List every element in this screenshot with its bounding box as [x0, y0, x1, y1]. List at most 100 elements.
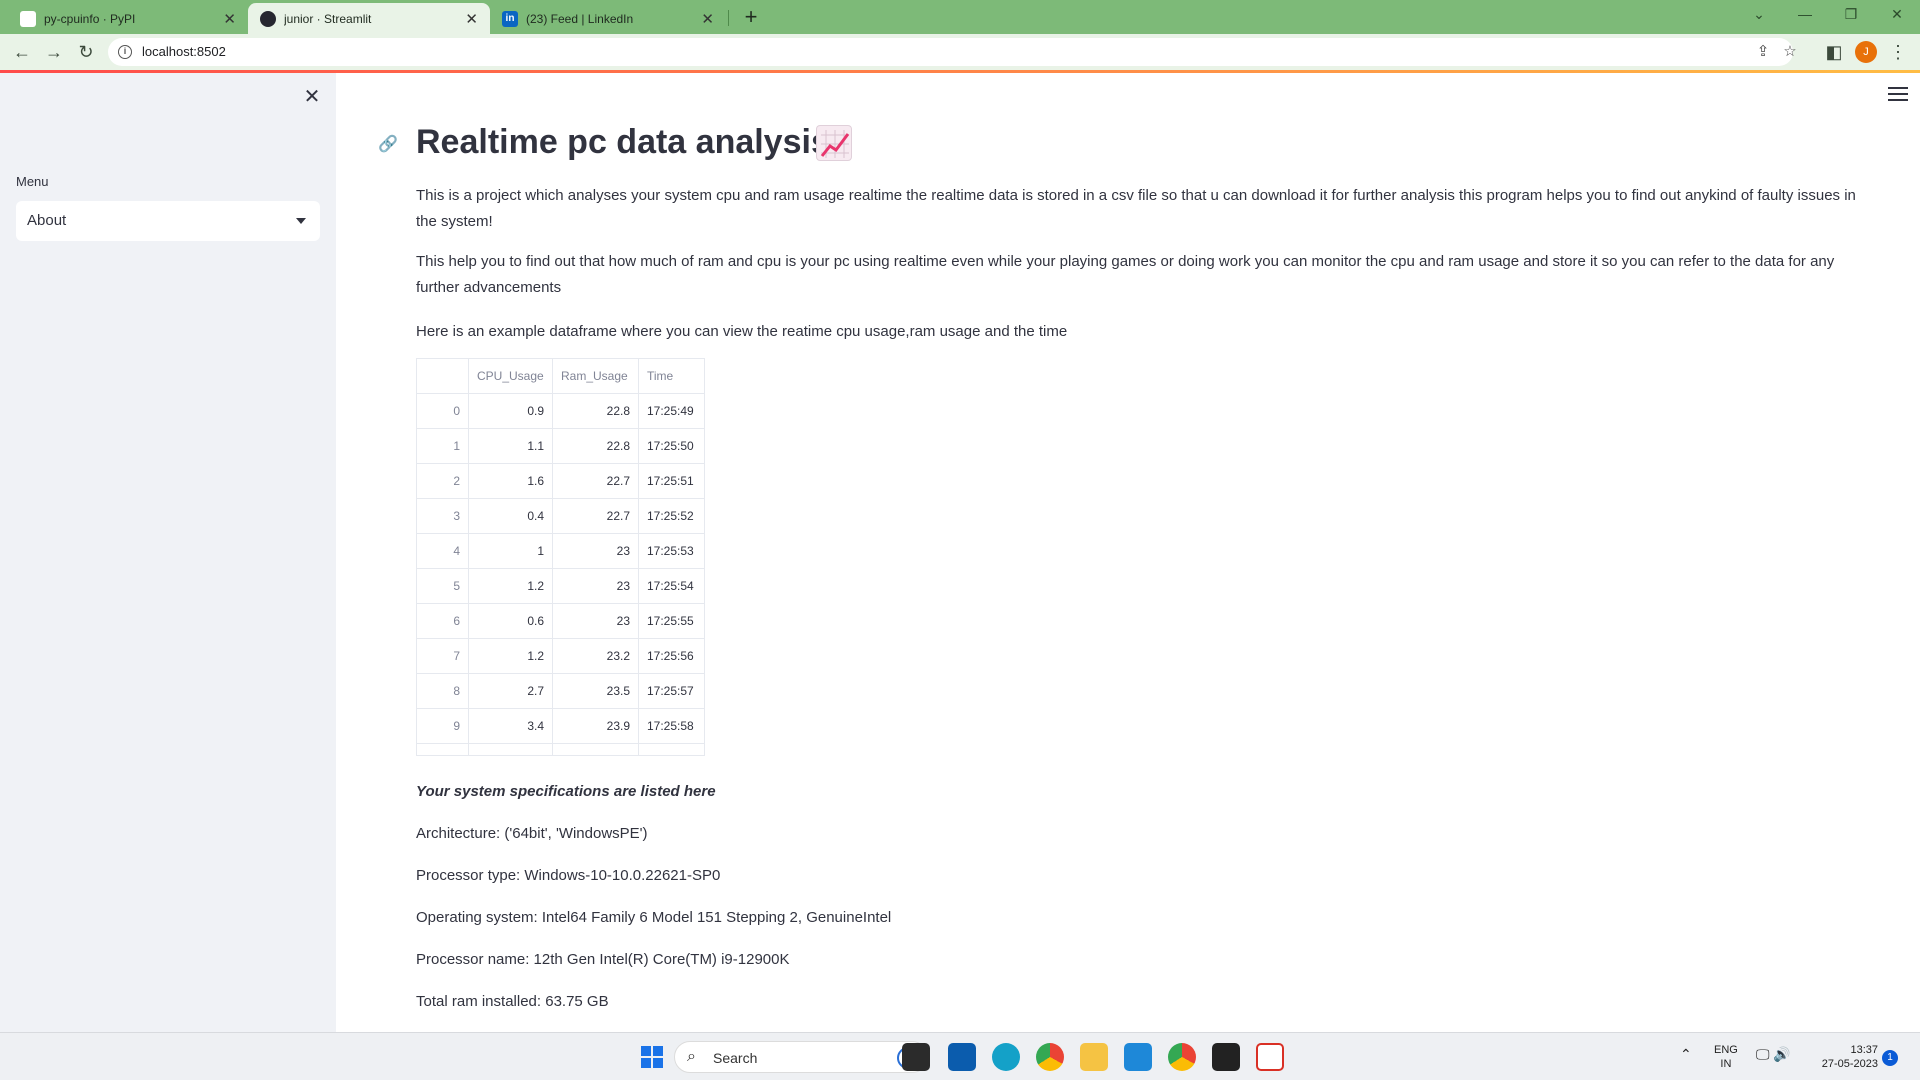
row-index-cell: 9 [416, 708, 469, 744]
edge-icon[interactable] [992, 1043, 1020, 1071]
table-row[interactable]: 4 1 23 17:25:53 [416, 533, 705, 569]
tab-linkedin[interactable]: in (23) Feed | LinkedIn ✕ [490, 3, 726, 34]
row-index-cell: 1 [416, 428, 469, 464]
table-row[interactable]: 8 2.7 23.5 17:25:57 [416, 673, 705, 709]
windows-start-icon[interactable] [638, 1043, 666, 1071]
row-index-cell: 8 [416, 673, 469, 709]
dataframe-table[interactable]: CPU_Usage Ram_Usage Time 0 0.9 22.8 17:25:4… [416, 358, 705, 756]
forward-button[interactable]: → [42, 40, 66, 64]
ram-usage-cell: 23.5 [552, 673, 639, 709]
share-icon[interactable]: ⇪ [1753, 42, 1773, 62]
column-header-time[interactable]: Time [638, 358, 705, 394]
minimize-button[interactable]: — [1782, 0, 1828, 30]
show-hidden-icons-chevron[interactable]: ⌃ [1680, 1047, 1692, 1061]
search-icon: ⌕ [687, 1048, 696, 1065]
microsoft-store-icon[interactable] [948, 1043, 976, 1071]
cpu-usage-cell: 0.4 [468, 498, 553, 534]
tab-streamlit[interactable]: junior · Streamlit ✕ [248, 3, 490, 34]
tab-pypi[interactable]: py-cpuinfo · PyPI ✕ [8, 3, 248, 34]
cpu-usage-cell: 1.2 [468, 638, 553, 674]
close-tab-icon[interactable]: ✕ [223, 10, 236, 28]
time-cell: 17:25:51 [638, 463, 705, 499]
clock-date: 27-05-2023 [1821, 1058, 1878, 1070]
menu-select[interactable]: About [16, 201, 320, 241]
terminal-icon[interactable] [1212, 1043, 1240, 1071]
taskbar-search[interactable]: ⌕ Search [674, 1041, 928, 1073]
chrome-profile-icon[interactable] [1168, 1043, 1196, 1071]
usage-paragraph: This help you to find out that how much … [416, 253, 1835, 296]
empty-cell [638, 743, 705, 756]
side-panel-icon[interactable]: ◧ [1822, 40, 1846, 64]
row-index-cell: 2 [416, 463, 469, 499]
tab-search-chevron-icon[interactable]: ⌄ [1736, 0, 1782, 30]
cpu-usage-cell: 3.4 [468, 708, 553, 744]
close-tab-icon[interactable]: ✕ [465, 10, 478, 28]
clock[interactable]: 13:37 27-05-2023 [1808, 1043, 1878, 1071]
table-row[interactable]: 6 0.6 23 17:25:55 [416, 603, 705, 639]
table-row[interactable]: 5 1.2 23 17:25:54 [416, 568, 705, 604]
browser-menu-icon[interactable]: ⋮ [1886, 40, 1910, 64]
tab-title: (23) Feed | LinkedIn [526, 11, 634, 26]
menu-select-value: About [27, 212, 67, 229]
address-toolbar: ← → ↻ i localhost:8502 ⇪ ☆ ◧ J ⋮ [0, 34, 1920, 70]
time-cell: 17:25:56 [638, 638, 705, 674]
notification-badge[interactable]: 1 [1882, 1050, 1898, 1066]
back-button[interactable]: ← [10, 40, 34, 64]
ram-usage-cell: 22.8 [552, 393, 639, 429]
column-header-cpu[interactable]: CPU_Usage [468, 358, 553, 394]
table-row[interactable]: 7 1.2 23.2 17:25:56 [416, 638, 705, 674]
spec-architecture: Architecture: ('64bit', 'WindowsPE') [416, 825, 648, 842]
tab-title: py-cpuinfo · PyPI [44, 11, 136, 26]
cpu-usage-cell: 0.6 [468, 603, 553, 639]
main-content: 🔗 Realtime pc data analysis This is a pr… [336, 73, 1920, 1032]
time-cell: 17:25:53 [638, 533, 705, 569]
vscode-icon[interactable] [1124, 1043, 1152, 1071]
omnibox[interactable]: i localhost:8502 ⇪ ☆ [108, 38, 1797, 66]
time-cell: 17:25:57 [638, 673, 705, 709]
linkedin-icon: in [502, 10, 518, 27]
table-row[interactable]: 2 1.6 22.7 17:25:51 [416, 463, 705, 499]
time-cell: 17:25:49 [638, 393, 705, 429]
network-volume-icon[interactable]: 🖵 🔊 [1756, 1047, 1791, 1061]
hamburger-menu-icon[interactable] [1888, 87, 1908, 103]
cpu-usage-cell: 0.9 [468, 393, 553, 429]
ram-usage-cell: 23 [552, 533, 639, 569]
row-index-cell: 4 [416, 533, 469, 569]
language-indicator[interactable]: ENG IN [1714, 1043, 1738, 1071]
menu-label: Menu [16, 174, 49, 189]
row-index-cell: 0 [416, 393, 469, 429]
pypi-icon [20, 10, 36, 27]
table-row-partial [416, 743, 705, 756]
spec-processor-type: Processor type: Windows-10-10.0.22621-SP… [416, 867, 721, 884]
file-explorer-icon[interactable] [1080, 1043, 1108, 1071]
close-window-button[interactable]: ✕ [1874, 0, 1920, 30]
snipping-tool-icon[interactable] [1256, 1043, 1284, 1071]
time-cell: 17:25:52 [638, 498, 705, 534]
url-text: localhost:8502 [142, 44, 226, 59]
tab-divider [728, 10, 729, 26]
site-info-icon[interactable]: i [118, 45, 132, 59]
ram-usage-cell: 22.8 [552, 428, 639, 464]
reload-button[interactable]: ↻ [74, 40, 98, 64]
link-anchor-icon[interactable]: 🔗 [378, 134, 398, 154]
table-row[interactable]: 1 1.1 22.8 17:25:50 [416, 428, 705, 464]
cpu-usage-cell: 1.2 [468, 568, 553, 604]
sidebar: ✕ Menu About [0, 73, 336, 1032]
task-view-icon[interactable] [902, 1043, 930, 1071]
specs-heading: Your system specifications are listed he… [416, 783, 716, 800]
close-sidebar-icon[interactable]: ✕ [300, 85, 324, 109]
column-header-ram[interactable]: Ram_Usage [552, 358, 639, 394]
intro-paragraph: This is a project which analyses your sy… [416, 187, 1856, 230]
new-tab-button[interactable]: + [737, 3, 765, 31]
restore-button[interactable]: ❐ [1828, 0, 1874, 30]
table-row[interactable]: 0 0.9 22.8 17:25:49 [416, 393, 705, 429]
bookmark-star-icon[interactable]: ☆ [1780, 42, 1800, 62]
profile-avatar[interactable]: J [1855, 41, 1877, 63]
time-cell: 17:25:58 [638, 708, 705, 744]
time-cell: 17:25:54 [638, 568, 705, 604]
table-row[interactable]: 3 0.4 22.7 17:25:52 [416, 498, 705, 534]
close-tab-icon[interactable]: ✕ [701, 10, 714, 28]
table-row[interactable]: 9 3.4 23.9 17:25:58 [416, 708, 705, 744]
chrome-icon[interactable] [1036, 1043, 1064, 1071]
search-placeholder: Search [713, 1050, 758, 1066]
